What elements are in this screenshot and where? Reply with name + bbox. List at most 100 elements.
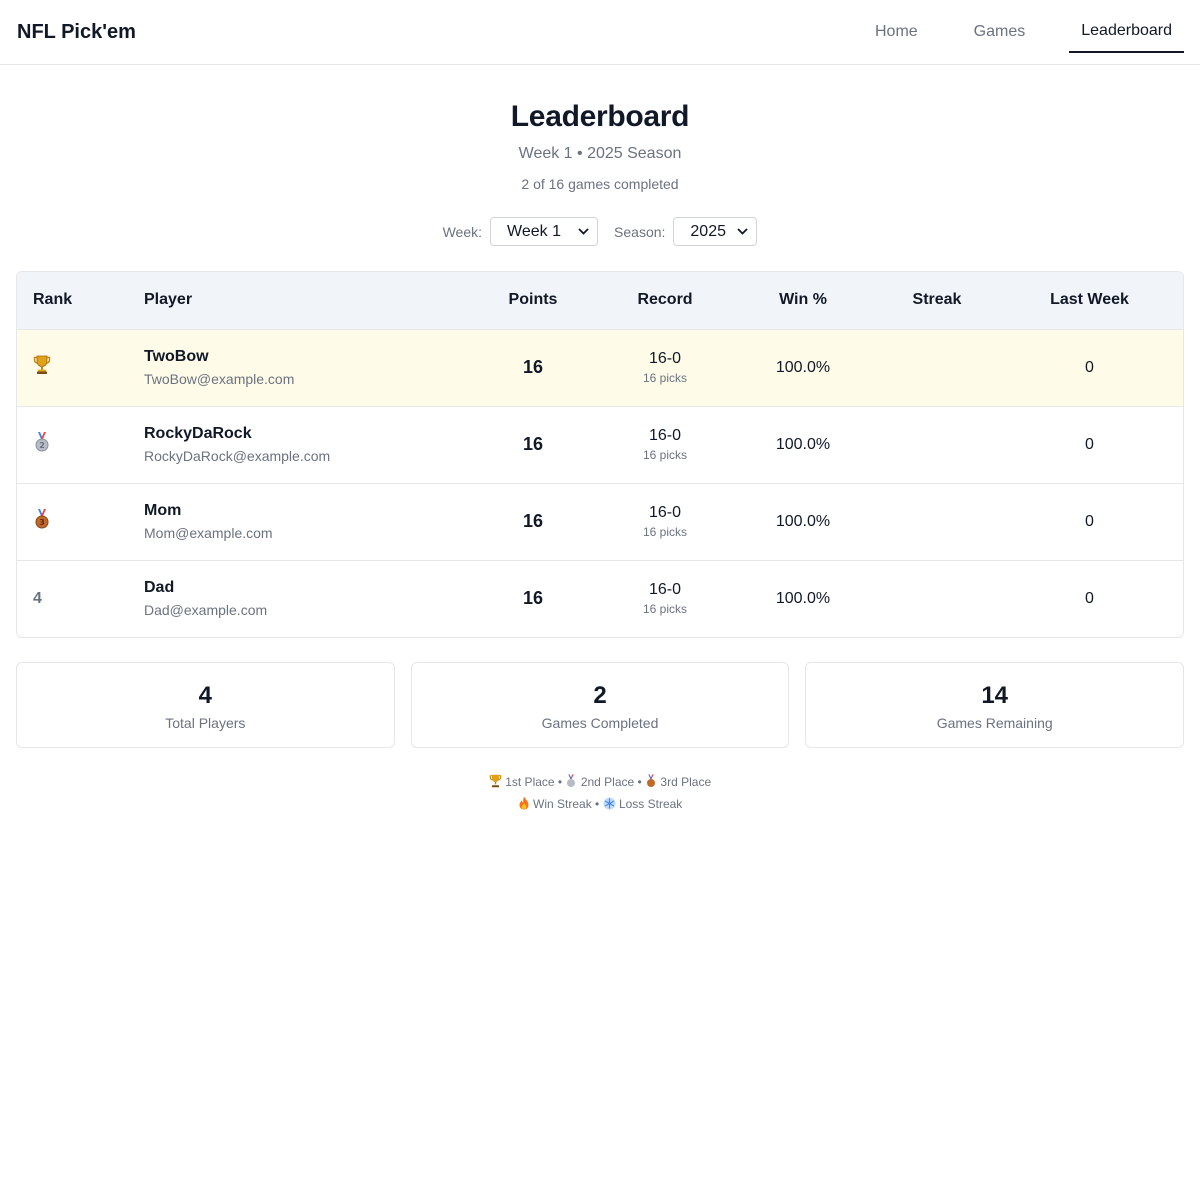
record-value: 16-0: [648, 350, 682, 367]
player-email: Mom@example.com: [144, 525, 273, 541]
stat-label: Total Players: [165, 715, 246, 731]
stats-summary: 4 Total Players 2 Games Completed 14 Gam…: [16, 662, 1185, 748]
table-row[interactable]: TwoBow TwoBow@example.com 16 16-0 16 pic…: [17, 329, 1183, 406]
record-value: 16-0: [648, 427, 682, 444]
page-subtitle: Week 1 • 2025 Season: [518, 145, 682, 162]
nav-games-link[interactable]: Games: [962, 0, 1038, 64]
last-week-cell: 0: [996, 406, 1183, 483]
player-cell: TwoBow TwoBow@example.com: [144, 329, 464, 406]
column-header-win-pct[interactable]: Win %: [728, 272, 878, 330]
legend-separator: •: [637, 775, 642, 789]
column-header-record[interactable]: Record: [602, 272, 728, 330]
leaderboard-table: Rank Player Points Record Win % Streak L…: [17, 272, 1183, 637]
stat-value: 14: [981, 682, 1009, 709]
streak-cell: [878, 329, 996, 406]
streak-cell: [878, 406, 996, 483]
season-label: Season:: [614, 223, 666, 240]
bronze-medal-icon: [645, 774, 657, 794]
stat-card-total-players: 4 Total Players: [16, 662, 395, 748]
picks-count: 16 picks: [642, 448, 688, 462]
player-email: TwoBow@example.com: [144, 371, 295, 387]
stat-label: Games Remaining: [936, 715, 1053, 731]
leaderboard-table-container: Rank Player Points Record Win % Streak L…: [16, 271, 1184, 638]
svg-text:2: 2: [39, 441, 45, 450]
win-pct-value: 100.0%: [775, 435, 831, 453]
streak-cell: [878, 560, 996, 637]
silver-medal-icon: 2: [33, 432, 51, 452]
last-week-cell: 0: [996, 329, 1183, 406]
legend-third-label: 3rd Place: [660, 775, 712, 789]
legend-second-label: 2nd Place: [580, 775, 635, 789]
last-week-value: 0: [1085, 589, 1094, 607]
legend-loss-streak-label: Loss Streak: [618, 797, 683, 811]
stat-value: 4: [198, 682, 213, 709]
win-pct-cell: 100.0%: [728, 406, 878, 483]
season-select-value: 2025: [690, 222, 726, 240]
win-pct-cell: 100.0%: [728, 483, 878, 560]
points-value: 16: [522, 434, 544, 454]
points-cell: 16: [464, 560, 602, 637]
table-row[interactable]: 2 RockyDaRock RockyDaRock@example.com 16…: [17, 406, 1183, 483]
picks-count: 16 picks: [642, 525, 688, 539]
record-cell: 16-0 16 picks: [602, 483, 728, 560]
chevron-down-icon: [737, 226, 749, 238]
legend: 1st Place • 2nd Place • 3rd Place Win St…: [0, 772, 1200, 816]
column-header-points[interactable]: Points: [464, 272, 602, 330]
points-cell: 16: [464, 329, 602, 406]
record-value: 16-0: [648, 581, 682, 599]
rank-cell: [17, 329, 144, 406]
filters-bar: Week: Week 1 Season: 2025: [0, 217, 1200, 246]
nav-home-link[interactable]: Home: [863, 0, 930, 64]
stat-value: 2: [593, 682, 607, 709]
player-cell: RockyDaRock RockyDaRock@example.com: [144, 406, 464, 483]
table-row[interactable]: 4 Dad Dad@example.com 16 16-0 16 picks 1…: [17, 560, 1183, 637]
record-value: 16-0: [648, 504, 682, 521]
win-pct-cell: 100.0%: [728, 560, 878, 637]
season-select[interactable]: 2025: [673, 217, 758, 246]
brand-logo-text[interactable]: NFL Pick'em: [17, 21, 136, 44]
nav-leaderboard-link[interactable]: Leaderboard: [1069, 0, 1184, 64]
last-week-value: 0: [1085, 435, 1094, 453]
record-cell: 16-0 16 picks: [602, 560, 728, 637]
stat-label: Games Completed: [541, 715, 659, 731]
record-cell: 16-0 16 picks: [602, 406, 728, 483]
record-cell: 16-0 16 picks: [602, 329, 728, 406]
column-header-rank[interactable]: Rank: [17, 272, 144, 330]
points-cell: 16: [464, 483, 602, 560]
player-name[interactable]: RockyDaRock: [144, 425, 464, 443]
trophy-icon: [489, 774, 502, 794]
fire-icon: [518, 796, 530, 816]
player-name[interactable]: Dad: [144, 579, 464, 597]
table-row[interactable]: 3 Mom Mom@example.com 16 16-0 16 picks 1…: [17, 483, 1183, 560]
chevron-down-icon: [578, 226, 589, 238]
player-email: RockyDaRock@example.com: [144, 448, 331, 464]
streak-cell: [878, 483, 996, 560]
points-value: 16: [522, 588, 544, 609]
snowflake-icon: [603, 796, 616, 816]
top-navbar: NFL Pick'em Home Games Leaderboard: [0, 0, 1200, 65]
win-pct-value: 100.0%: [775, 358, 831, 376]
legend-places-line: 1st Place • 2nd Place • 3rd Place: [0, 772, 1200, 794]
last-week-cell: 0: [996, 483, 1183, 560]
week-select[interactable]: Week 1: [490, 217, 599, 246]
player-name[interactable]: Mom: [144, 502, 464, 520]
player-name[interactable]: TwoBow: [144, 348, 464, 366]
win-pct-value: 100.0%: [775, 589, 831, 607]
win-pct-value: 100.0%: [775, 512, 831, 530]
legend-streaks-line: Win Streak • Loss Streak: [0, 794, 1200, 816]
player-cell: Dad Dad@example.com: [144, 560, 464, 637]
column-header-last-week[interactable]: Last Week: [996, 272, 1183, 330]
player-cell: Mom Mom@example.com: [144, 483, 464, 560]
column-header-player[interactable]: Player: [144, 272, 464, 330]
games-completed-note: 2 of 16 games completed: [521, 176, 679, 192]
main-nav: Home Games Leaderboard: [831, 0, 1184, 64]
legend-separator: •: [557, 775, 563, 789]
trophy-icon: [33, 355, 51, 375]
win-pct-cell: 100.0%: [728, 329, 878, 406]
week-select-value: Week 1: [507, 222, 561, 240]
last-week-value: 0: [1085, 512, 1094, 530]
last-week-cell: 0: [996, 560, 1183, 637]
last-week-value: 0: [1085, 358, 1094, 376]
column-header-streak[interactable]: Streak: [878, 272, 996, 330]
rank-number: 4: [33, 589, 42, 607]
